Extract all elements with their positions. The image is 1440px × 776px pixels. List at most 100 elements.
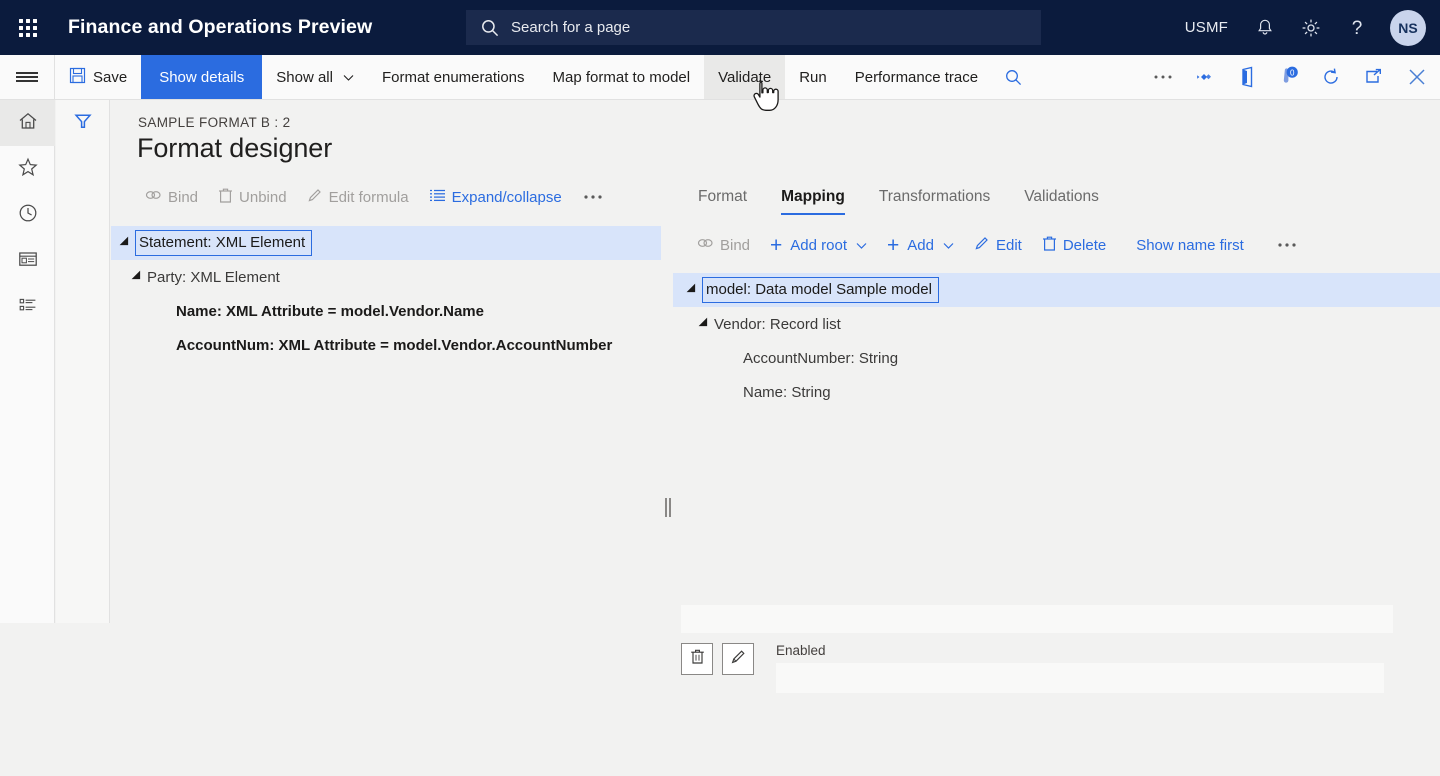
close-icon[interactable]	[1394, 55, 1440, 99]
sidebar-item-modules[interactable]	[0, 284, 55, 330]
tree-row[interactable]: Vendor: Record list	[673, 307, 1440, 341]
save-label: Save	[93, 69, 127, 86]
format-edit-formula-label: Edit formula	[329, 189, 409, 206]
open-in-new-window-icon[interactable]	[1352, 55, 1394, 99]
expand-twisty-icon[interactable]	[699, 318, 712, 331]
pencil-icon	[974, 235, 990, 255]
mapping-edit-button[interactable]: Edit	[964, 235, 1032, 255]
notifications-badge-icon[interactable]: 0	[1268, 55, 1310, 99]
mapping-command-bar: Bind + Add root + Add Edit	[673, 227, 1440, 263]
run-button[interactable]: Run	[785, 55, 841, 99]
pane-splitter-handle[interactable]	[663, 496, 673, 518]
hamburger-icon	[16, 70, 38, 85]
show-details-button[interactable]: Show details	[141, 55, 262, 99]
search-input[interactable]: Search for a page	[466, 10, 1041, 45]
detail-delete-button[interactable]	[681, 643, 713, 675]
sidebar-item-workspaces[interactable]	[0, 238, 55, 284]
help-question-icon[interactable]: ?	[1334, 0, 1380, 55]
mapping-show-name-first-button[interactable]: Show name first	[1126, 237, 1254, 254]
mapping-detail-strip	[681, 605, 1393, 633]
settings-gear-icon[interactable]	[1288, 0, 1334, 55]
performance-trace-button[interactable]: Performance trace	[841, 55, 992, 99]
format-unbind-button[interactable]: Unbind	[208, 187, 297, 208]
tree-row[interactable]: model: Data model Sample model	[673, 273, 1440, 307]
validate-button[interactable]: Validate	[704, 55, 785, 99]
format-expand-collapse-button[interactable]: Expand/collapse	[419, 188, 572, 207]
navbar-right-group: USMF ? NS	[1171, 0, 1440, 55]
mapping-tree: model: Data model Sample model Vendor: R…	[673, 273, 1440, 409]
plus-icon: +	[887, 235, 899, 256]
mapping-bind-button[interactable]: Bind	[687, 236, 760, 254]
home-icon	[17, 110, 39, 137]
toolbar-search-icon[interactable]	[992, 55, 1034, 99]
detail-edit-button[interactable]	[722, 643, 754, 675]
format-enumerations-button[interactable]: Format enumerations	[368, 55, 539, 99]
svg-text:?: ?	[1352, 18, 1363, 39]
mapping-add-root-button[interactable]: + Add root	[760, 235, 877, 256]
tree-row[interactable]: Name: String	[673, 375, 1440, 409]
link-icon	[145, 188, 162, 206]
modules-list-icon	[17, 294, 39, 321]
expand-twisty-icon[interactable]	[132, 271, 145, 284]
enabled-field-group: Enabled	[776, 643, 1384, 693]
tree-row[interactable]: Party: XML Element	[111, 260, 661, 294]
sidebar-item-favorites[interactable]	[0, 146, 55, 192]
mapping-overflow-button[interactable]	[1266, 241, 1308, 249]
enabled-input[interactable]	[776, 663, 1384, 693]
pencil-icon	[730, 648, 747, 670]
tree-row-label: Statement: XML Element	[135, 230, 312, 256]
mapping-bind-label: Bind	[720, 237, 750, 254]
format-bind-button[interactable]: Bind	[135, 188, 208, 206]
sidebar-item-recent[interactable]	[0, 192, 55, 238]
expand-twisty-icon[interactable]	[120, 237, 133, 250]
page-title: Format designer	[137, 133, 332, 164]
expand-twisty-icon[interactable]	[687, 284, 700, 297]
tree-row-label: Party: XML Element	[147, 269, 280, 286]
format-edit-formula-button[interactable]: Edit formula	[297, 187, 419, 207]
link-icon	[697, 236, 714, 254]
top-navigation-bar: Finance and Operations Preview Search fo…	[0, 0, 1440, 55]
refresh-icon[interactable]	[1310, 55, 1352, 99]
page-content: SAMPLE FORMAT B : 2 Format designer Bind…	[111, 100, 1440, 623]
save-button[interactable]: Save	[55, 55, 141, 99]
tab-format[interactable]: Format	[681, 188, 764, 215]
format-expand-collapse-label: Expand/collapse	[452, 189, 562, 206]
power-platform-icon[interactable]	[1184, 55, 1226, 99]
notifications-bell-icon[interactable]	[1242, 0, 1288, 55]
tree-row[interactable]: Statement: XML Element	[111, 226, 661, 260]
tab-transformations[interactable]: Transformations	[862, 188, 1007, 215]
plus-icon: +	[770, 235, 782, 256]
sidebar-item-home[interactable]	[0, 100, 55, 146]
mapping-delete-label: Delete	[1063, 237, 1106, 254]
tree-row-label: Vendor: Record list	[714, 316, 841, 333]
mapping-add-button[interactable]: + Add	[877, 235, 964, 256]
waffle-icon	[19, 19, 37, 37]
list-icon	[429, 188, 446, 207]
format-overflow-button[interactable]	[572, 193, 614, 201]
format-unbind-label: Unbind	[239, 189, 287, 206]
navigation-menu-button[interactable]	[0, 55, 55, 99]
office-app-icon[interactable]	[1226, 55, 1268, 99]
chevron-down-icon	[343, 69, 354, 86]
tree-row[interactable]: Name: XML Attribute = model.Vendor.Name	[111, 294, 661, 328]
app-title: Finance and Operations Preview	[68, 16, 372, 39]
filter-button[interactable]	[56, 100, 110, 146]
app-launcher-button[interactable]	[0, 0, 55, 55]
company-selector[interactable]: USMF	[1171, 0, 1242, 55]
toolbar-overflow-icon[interactable]	[1142, 55, 1184, 99]
tab-mapping[interactable]: Mapping	[764, 188, 862, 215]
show-all-dropdown[interactable]: Show all	[262, 55, 368, 99]
chevron-down-icon	[856, 237, 867, 254]
tab-validations[interactable]: Validations	[1007, 188, 1116, 215]
tree-row[interactable]: AccountNum: XML Attribute = model.Vendor…	[111, 328, 661, 362]
mapping-delete-button[interactable]: Delete	[1032, 235, 1116, 256]
tree-row[interactable]: AccountNumber: String	[673, 341, 1440, 375]
enabled-label: Enabled	[776, 643, 1384, 658]
tree-row-label: AccountNum: XML Attribute = model.Vendor…	[176, 337, 612, 354]
avatar[interactable]: NS	[1390, 10, 1426, 46]
map-format-to-model-button[interactable]: Map format to model	[539, 55, 705, 99]
mapping-add-root-label: Add root	[790, 237, 847, 254]
show-all-label: Show all	[276, 69, 333, 86]
format-tree: Statement: XML Element Party: XML Elemen…	[111, 226, 661, 362]
format-tree-pane: Bind Unbind Edit formula Expand/collapse	[111, 180, 661, 362]
